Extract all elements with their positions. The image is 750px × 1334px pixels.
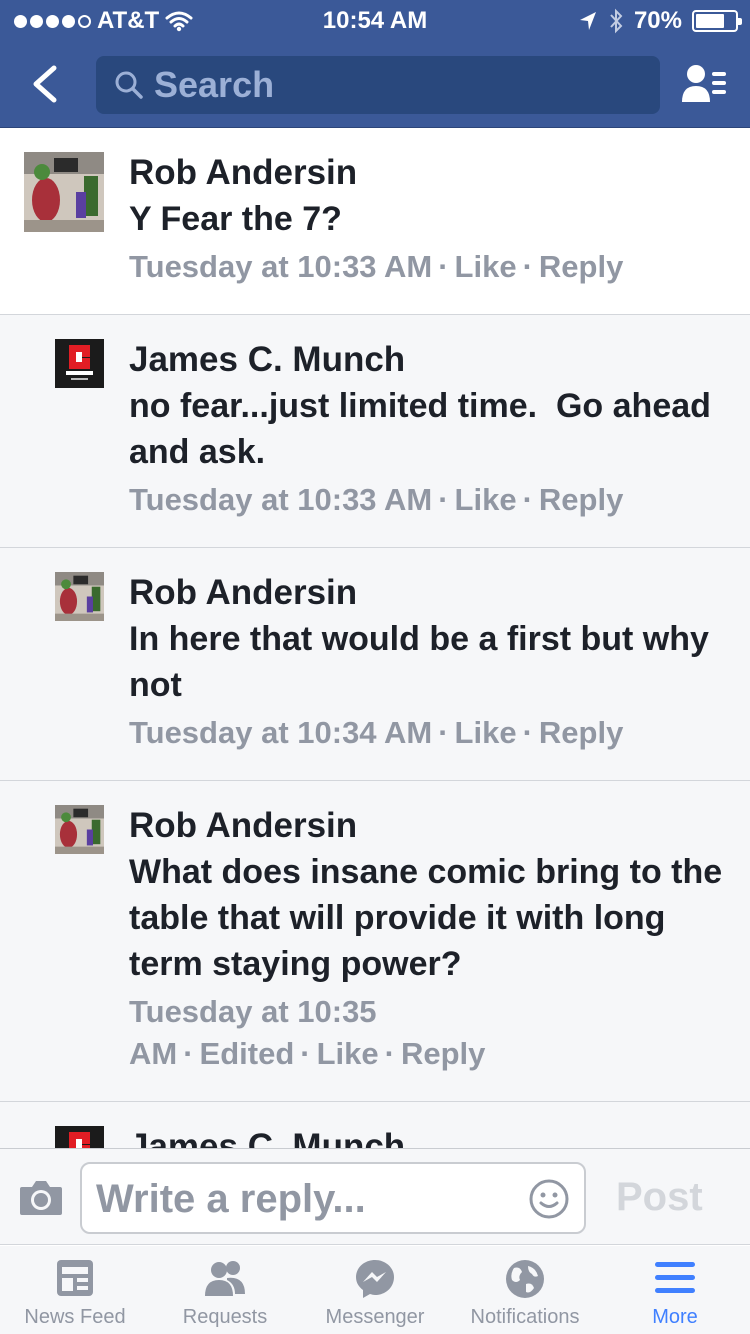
- reply-button[interactable]: Reply: [539, 482, 623, 517]
- like-button[interactable]: Like: [455, 482, 517, 517]
- reply-input-container[interactable]: [80, 1162, 586, 1234]
- reply-button[interactable]: Reply: [539, 249, 623, 284]
- comment-item: James C. Munch: [0, 1102, 750, 1148]
- battery-icon: [692, 10, 742, 32]
- comment-item: James C. Munch no fear...just limited ti…: [0, 315, 750, 548]
- tab-label: News Feed: [24, 1306, 126, 1328]
- avatar[interactable]: [55, 805, 104, 854]
- tab-label: More: [652, 1306, 698, 1328]
- like-button[interactable]: Like: [455, 715, 517, 750]
- comment-timestamp: Tuesday at 10:34 AM: [129, 715, 433, 750]
- camera-icon[interactable]: [18, 1177, 64, 1217]
- comment-item: Rob Andersin What does insane comic brin…: [0, 781, 750, 1102]
- comment-meta: Tuesday at 10:33 AM · Like · Reply: [129, 249, 624, 284]
- tab-news-feed[interactable]: News Feed: [0, 1246, 150, 1334]
- tab-messenger[interactable]: Messenger: [300, 1246, 450, 1334]
- commenter-name[interactable]: Rob Andersin: [129, 570, 726, 616]
- user-photo-icon: [55, 805, 104, 854]
- globe-icon: [506, 1260, 544, 1298]
- tab-label: Notifications: [470, 1306, 580, 1328]
- search-input[interactable]: [154, 64, 634, 106]
- avatar[interactable]: [24, 152, 104, 232]
- news-feed-icon: [57, 1260, 93, 1296]
- location-arrow-icon: [579, 12, 596, 30]
- tab-requests[interactable]: Requests: [150, 1246, 300, 1334]
- commenter-name[interactable]: James C. Munch: [129, 1124, 726, 1148]
- user-photo-icon: [24, 152, 104, 232]
- commenter-name[interactable]: Rob Andersin: [129, 150, 726, 196]
- search-icon: [115, 71, 143, 99]
- comment-item: Rob Andersin Y Fear the 7? Tuesday at 10…: [0, 128, 750, 315]
- friend-list-icon[interactable]: [680, 62, 728, 106]
- comment-text: no fear...just limited time. Go ahead an…: [129, 387, 721, 471]
- status-right: 70%: [578, 7, 742, 35]
- user-photo-icon: [55, 572, 104, 621]
- post-button[interactable]: Post: [616, 1175, 703, 1220]
- insane-comics-logo: [55, 1126, 104, 1148]
- avatar[interactable]: [55, 1126, 104, 1148]
- comment-timestamp: Tuesday at 10:33 AM: [129, 482, 433, 517]
- comment-meta: Tuesday at 10:35 AM · Edited · Like · Reply: [129, 994, 486, 1071]
- tab-notifications[interactable]: Notifications: [450, 1246, 600, 1334]
- comment-thread[interactable]: Rob Andersin Y Fear the 7? Tuesday at 10…: [0, 128, 750, 1148]
- tab-more[interactable]: More: [600, 1246, 750, 1334]
- reply-input[interactable]: [96, 1176, 516, 1222]
- edited-label[interactable]: Edited: [200, 1036, 295, 1071]
- avatar[interactable]: [55, 572, 104, 621]
- messenger-icon: [356, 1260, 394, 1298]
- tab-bar: News Feed Requests Messenger Notificatio…: [0, 1246, 750, 1334]
- comment-text: In here that would be a first but why no…: [129, 620, 709, 704]
- search-field[interactable]: [96, 56, 660, 114]
- battery-percent: 70%: [633, 7, 682, 34]
- tab-label: Requests: [182, 1306, 268, 1328]
- bluetooth-icon: [610, 8, 623, 34]
- avatar[interactable]: [55, 339, 104, 388]
- comment-meta: Tuesday at 10:33 AM · Like · Reply: [129, 482, 624, 517]
- reply-button[interactable]: Reply: [401, 1036, 485, 1071]
- emoji-icon[interactable]: [528, 1178, 570, 1220]
- status-bar: AT&T 10:54 AM 70%: [0, 0, 750, 40]
- comment-text: What does insane comic bring to the tabl…: [129, 853, 723, 983]
- navigation-bar: [0, 40, 750, 128]
- reply-composer: Post: [0, 1148, 750, 1245]
- comment-item: Rob Andersin In here that would be a fir…: [0, 548, 750, 781]
- commenter-name[interactable]: Rob Andersin: [129, 803, 726, 849]
- commenter-name[interactable]: James C. Munch: [129, 337, 726, 383]
- insane-comics-logo: [55, 339, 104, 388]
- tab-label: Messenger: [325, 1306, 425, 1328]
- comment-meta: Tuesday at 10:34 AM · Like · Reply: [129, 715, 624, 750]
- reply-button[interactable]: Reply: [539, 715, 623, 750]
- hamburger-menu-icon: [655, 1262, 695, 1293]
- like-button[interactable]: Like: [317, 1036, 379, 1071]
- comment-text: Y Fear the 7?: [129, 200, 342, 238]
- comment-timestamp: Tuesday at 10:33 AM: [129, 249, 433, 284]
- friend-requests-icon: [205, 1261, 245, 1296]
- back-chevron-icon[interactable]: [26, 64, 66, 104]
- like-button[interactable]: Like: [455, 249, 517, 284]
